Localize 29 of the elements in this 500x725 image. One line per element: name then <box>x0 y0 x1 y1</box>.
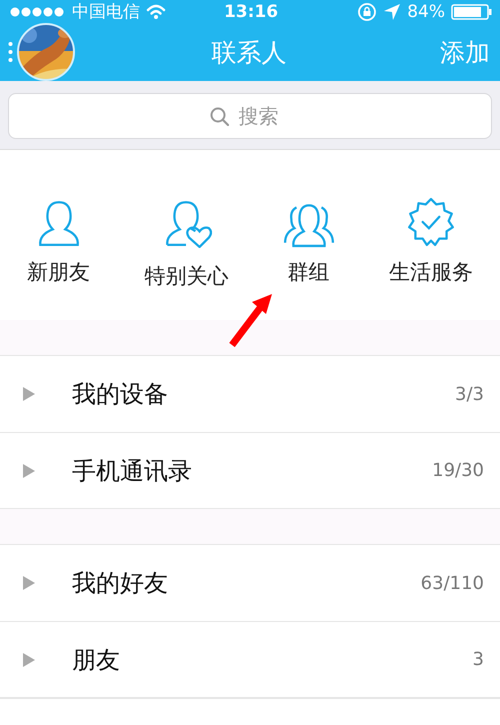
battery-icon <box>451 4 492 20</box>
annotation-arrow <box>229 294 272 348</box>
shortcut-button[interactable]: 群组 <box>282 196 335 286</box>
group-row[interactable]: 朋友 3 <box>0 621 500 698</box>
group-row[interactable]: 手机通讯录 19/30 <box>0 432 500 509</box>
page-title: 联系人 <box>210 36 288 68</box>
group-count: 3 <box>472 649 484 670</box>
status-time: 13:16 <box>224 2 278 22</box>
group-name: 我的好友 <box>72 568 169 599</box>
group-row[interactable]: 我的设备 3/3 <box>0 355 500 432</box>
search-icon <box>210 106 228 126</box>
signal-icon <box>10 4 66 18</box>
group-count: 3/3 <box>455 384 484 404</box>
location-icon <box>383 2 402 20</box>
shortcut-button[interactable]: 特别关心 <box>144 196 228 290</box>
carrier-name: 中国电信 <box>72 1 140 23</box>
shortcut-button[interactable]: 新朋友 <box>27 196 90 286</box>
group-name: 我的设备 <box>72 379 169 410</box>
rotation-lock-icon <box>357 2 378 22</box>
search-field[interactable]: 搜索 <box>236 103 290 129</box>
group-row[interactable]: 我的好友 63/110 <box>0 544 500 621</box>
group-count: 19/30 <box>432 460 484 481</box>
group-name: 手机通讯录 <box>72 456 193 486</box>
menu-icon[interactable] <box>8 41 13 63</box>
wifi-icon <box>146 3 166 20</box>
battery-percent: 84% <box>407 2 445 22</box>
shortcut-button[interactable]: 生活服务 <box>388 196 473 286</box>
group-count: 63/110 <box>420 572 484 594</box>
group-name: 朋友 <box>72 644 121 676</box>
